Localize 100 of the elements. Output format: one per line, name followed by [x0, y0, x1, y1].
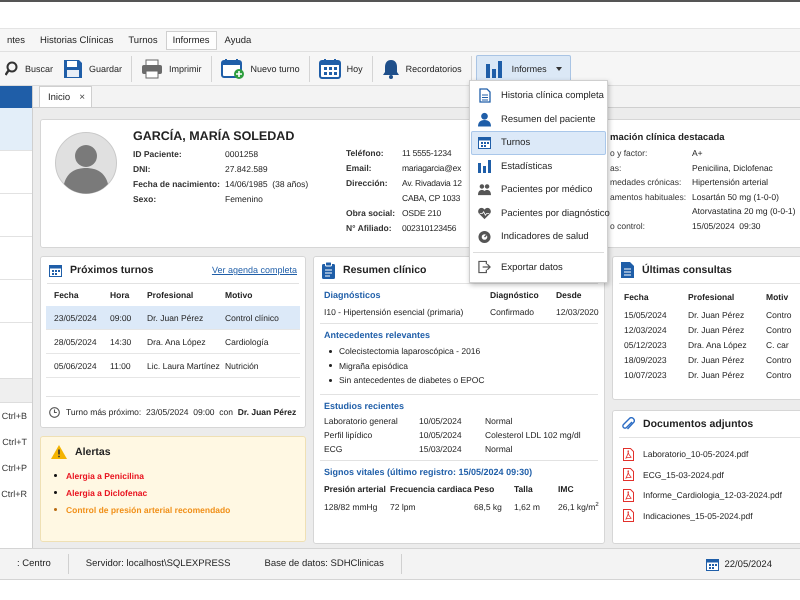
field-label: N° Afiliado:: [346, 222, 393, 232]
table-cell-text: 128/82 mmHg: [324, 502, 378, 512]
toolbar-button[interactable]: Recordatorios: [376, 54, 467, 82]
file-link[interactable]: Informe_Cardiologia_12-03-2024.pdf: [643, 490, 782, 500]
file-link[interactable]: Laboratorio_10-05-2024.pdf: [643, 449, 748, 460]
table-cell: 12/03/2020: [556, 307, 599, 317]
toolbar-button[interactable]: Guardar: [58, 54, 128, 82]
bullet-icon: [54, 491, 57, 494]
table-cell-text: Contro: [766, 325, 793, 335]
menu-item[interactable]: Estadísticas: [471, 154, 606, 178]
table-row[interactable]: 28/05/2024 14:30 Dra. Ana López Cardiología: [46, 330, 300, 354]
calendar-icon: [49, 264, 62, 276]
table-cell-text: Contro: [766, 355, 793, 365]
field-label: o control:: [610, 220, 646, 231]
menu-item[interactable]: Indicadores de salud: [471, 225, 606, 248]
file-link[interactable]: Indicaciones_15-05-2024.pdf: [643, 510, 753, 521]
menu-item[interactable]: ntes: [0, 30, 32, 50]
table-cell-text: ECG: [324, 444, 344, 454]
menu-item[interactable]: Ayuda: [218, 30, 258, 50]
table-cell-text: 12/03/2024: [624, 325, 668, 335]
sidebar-item[interactable]: [0, 108, 32, 151]
section-title: Estudios recientes: [324, 400, 406, 410]
close-button[interactable]: ×: [79, 92, 86, 102]
toolbar-button[interactable]: Informes: [476, 54, 571, 82]
menu-item[interactable]: Historias Clínicas: [32, 30, 120, 50]
toolbar-button[interactable]: Nuevo turno: [216, 54, 305, 82]
table-cell-text: C. car: [766, 340, 790, 350]
menu-item[interactable]: Exportar datos: [471, 256, 606, 279]
search-icon: [5, 60, 19, 76]
bullet-icon: [329, 364, 332, 368]
table-cell-text: Dr. Juan Pérez: [688, 355, 746, 365]
table-cell-text: 10/05/2024: [419, 430, 463, 440]
export-icon: [478, 260, 491, 274]
column-header: Motiv: [766, 292, 790, 302]
column-header: Hora: [110, 290, 130, 300]
field-label: as:: [610, 162, 622, 173]
document-icon: [478, 88, 490, 104]
field-value: mariagarcia@ex: [402, 162, 462, 172]
table-cell-text: 11:00: [110, 360, 132, 370]
field-label: o y factor:: [610, 148, 648, 158]
table-cell-text: 15/05/2024: [624, 310, 668, 320]
clock-icon: [49, 406, 60, 418]
shortcut-label: Ctrl+T: [2, 437, 27, 447]
bullet-icon: [329, 378, 332, 382]
section-title: mación clínica destacada: [610, 131, 726, 145]
field-value: OSDE 210: [402, 208, 442, 218]
menu-item[interactable]: Informes: [166, 30, 217, 50]
table-cell-text: 14:30: [110, 336, 132, 346]
table-cell-text: 1,62 m: [514, 502, 541, 512]
menu-item[interactable]: Resumen del paciente: [471, 108, 606, 131]
pdf-file-icon: [623, 468, 634, 482]
field-value: 27.842.589: [225, 164, 268, 174]
table-cell-text: 68,5 kg: [474, 502, 503, 512]
table-row[interactable]: 23/05/2024 09:00 Dr. Juan Pérez Control clínico: [46, 306, 300, 330]
toolbar-button[interactable]: Buscar: [0, 54, 58, 82]
warning-icon: [51, 445, 67, 459]
clipboard-icon: [322, 262, 335, 278]
table-cell-text: I10 - Hipertensión esencial (primaria): [324, 307, 464, 317]
shortcut-label: Ctrl+B: [2, 411, 27, 421]
field-value: 002310123456: [402, 222, 456, 232]
table-cell-text: Dra. Ana López: [688, 340, 748, 350]
bullet-icon: [54, 508, 57, 511]
table-cell-text: Dra. Ana López: [147, 336, 207, 346]
table-cell-text: 23/05/2024: [54, 312, 98, 322]
card-title: Últimas consultas: [642, 264, 732, 276]
column-header: Fecha: [54, 290, 80, 300]
menu-item[interactable]: Turnos: [121, 30, 165, 50]
menu-item[interactable]: Historia clínica completa: [471, 84, 606, 108]
table-row[interactable]: 05/06/2024 11:00 Lic. Laura Martínez Nutrición: [46, 354, 300, 378]
menu-item[interactable]: Pacientes por médico: [471, 178, 606, 202]
toolbar-button[interactable]: Hoy: [314, 54, 368, 82]
table-cell-text: Dr. Juan Pérez: [688, 310, 746, 320]
field-value: Atorvastatina 20 mg (0-0-1): [692, 206, 796, 216]
bar-chart-icon: [484, 60, 503, 78]
status-text: Servidor: localhost\SQLEXPRESS: [84, 557, 232, 571]
column-header: Talla: [514, 484, 534, 494]
bell-icon: [382, 58, 400, 78]
tab[interactable]: Inicio ×: [39, 86, 92, 107]
table-cell-text: 10/05/2024: [419, 416, 463, 426]
table-cell-text: Dr. Juan Pérez: [688, 370, 746, 380]
column-header: Fecha: [624, 292, 650, 302]
calendar-add-icon: [220, 58, 245, 80]
file-link[interactable]: ECG_15-03-2024.pdf: [643, 470, 724, 480]
field-label: medades crónicas:: [610, 177, 682, 188]
bar-chart-icon: [478, 160, 491, 173]
calendar-icon: [478, 136, 491, 150]
link[interactable]: Ver agenda completa: [212, 265, 297, 275]
table-cell-text: 28/05/2024: [54, 336, 98, 346]
field-value: Hipertensión arterial: [692, 177, 768, 188]
shortcut-label: Ctrl+P: [2, 463, 27, 473]
table-cell-text: Confirmado: [490, 307, 535, 317]
alert-text: Alergia a Penicilina: [66, 470, 144, 480]
field-value: 0001258: [225, 148, 258, 158]
menu-item[interactable]: Turnos: [471, 131, 606, 154]
column-header: Peso: [474, 484, 496, 494]
table-cell-text: Dr. Juan Pérez: [688, 325, 746, 335]
list-item: Migraña episódica: [339, 360, 408, 371]
toolbar-button[interactable]: Imprimir: [136, 54, 207, 82]
table-cell-text: Nutrición: [225, 360, 260, 370]
field-value: Femenino: [225, 194, 263, 204]
